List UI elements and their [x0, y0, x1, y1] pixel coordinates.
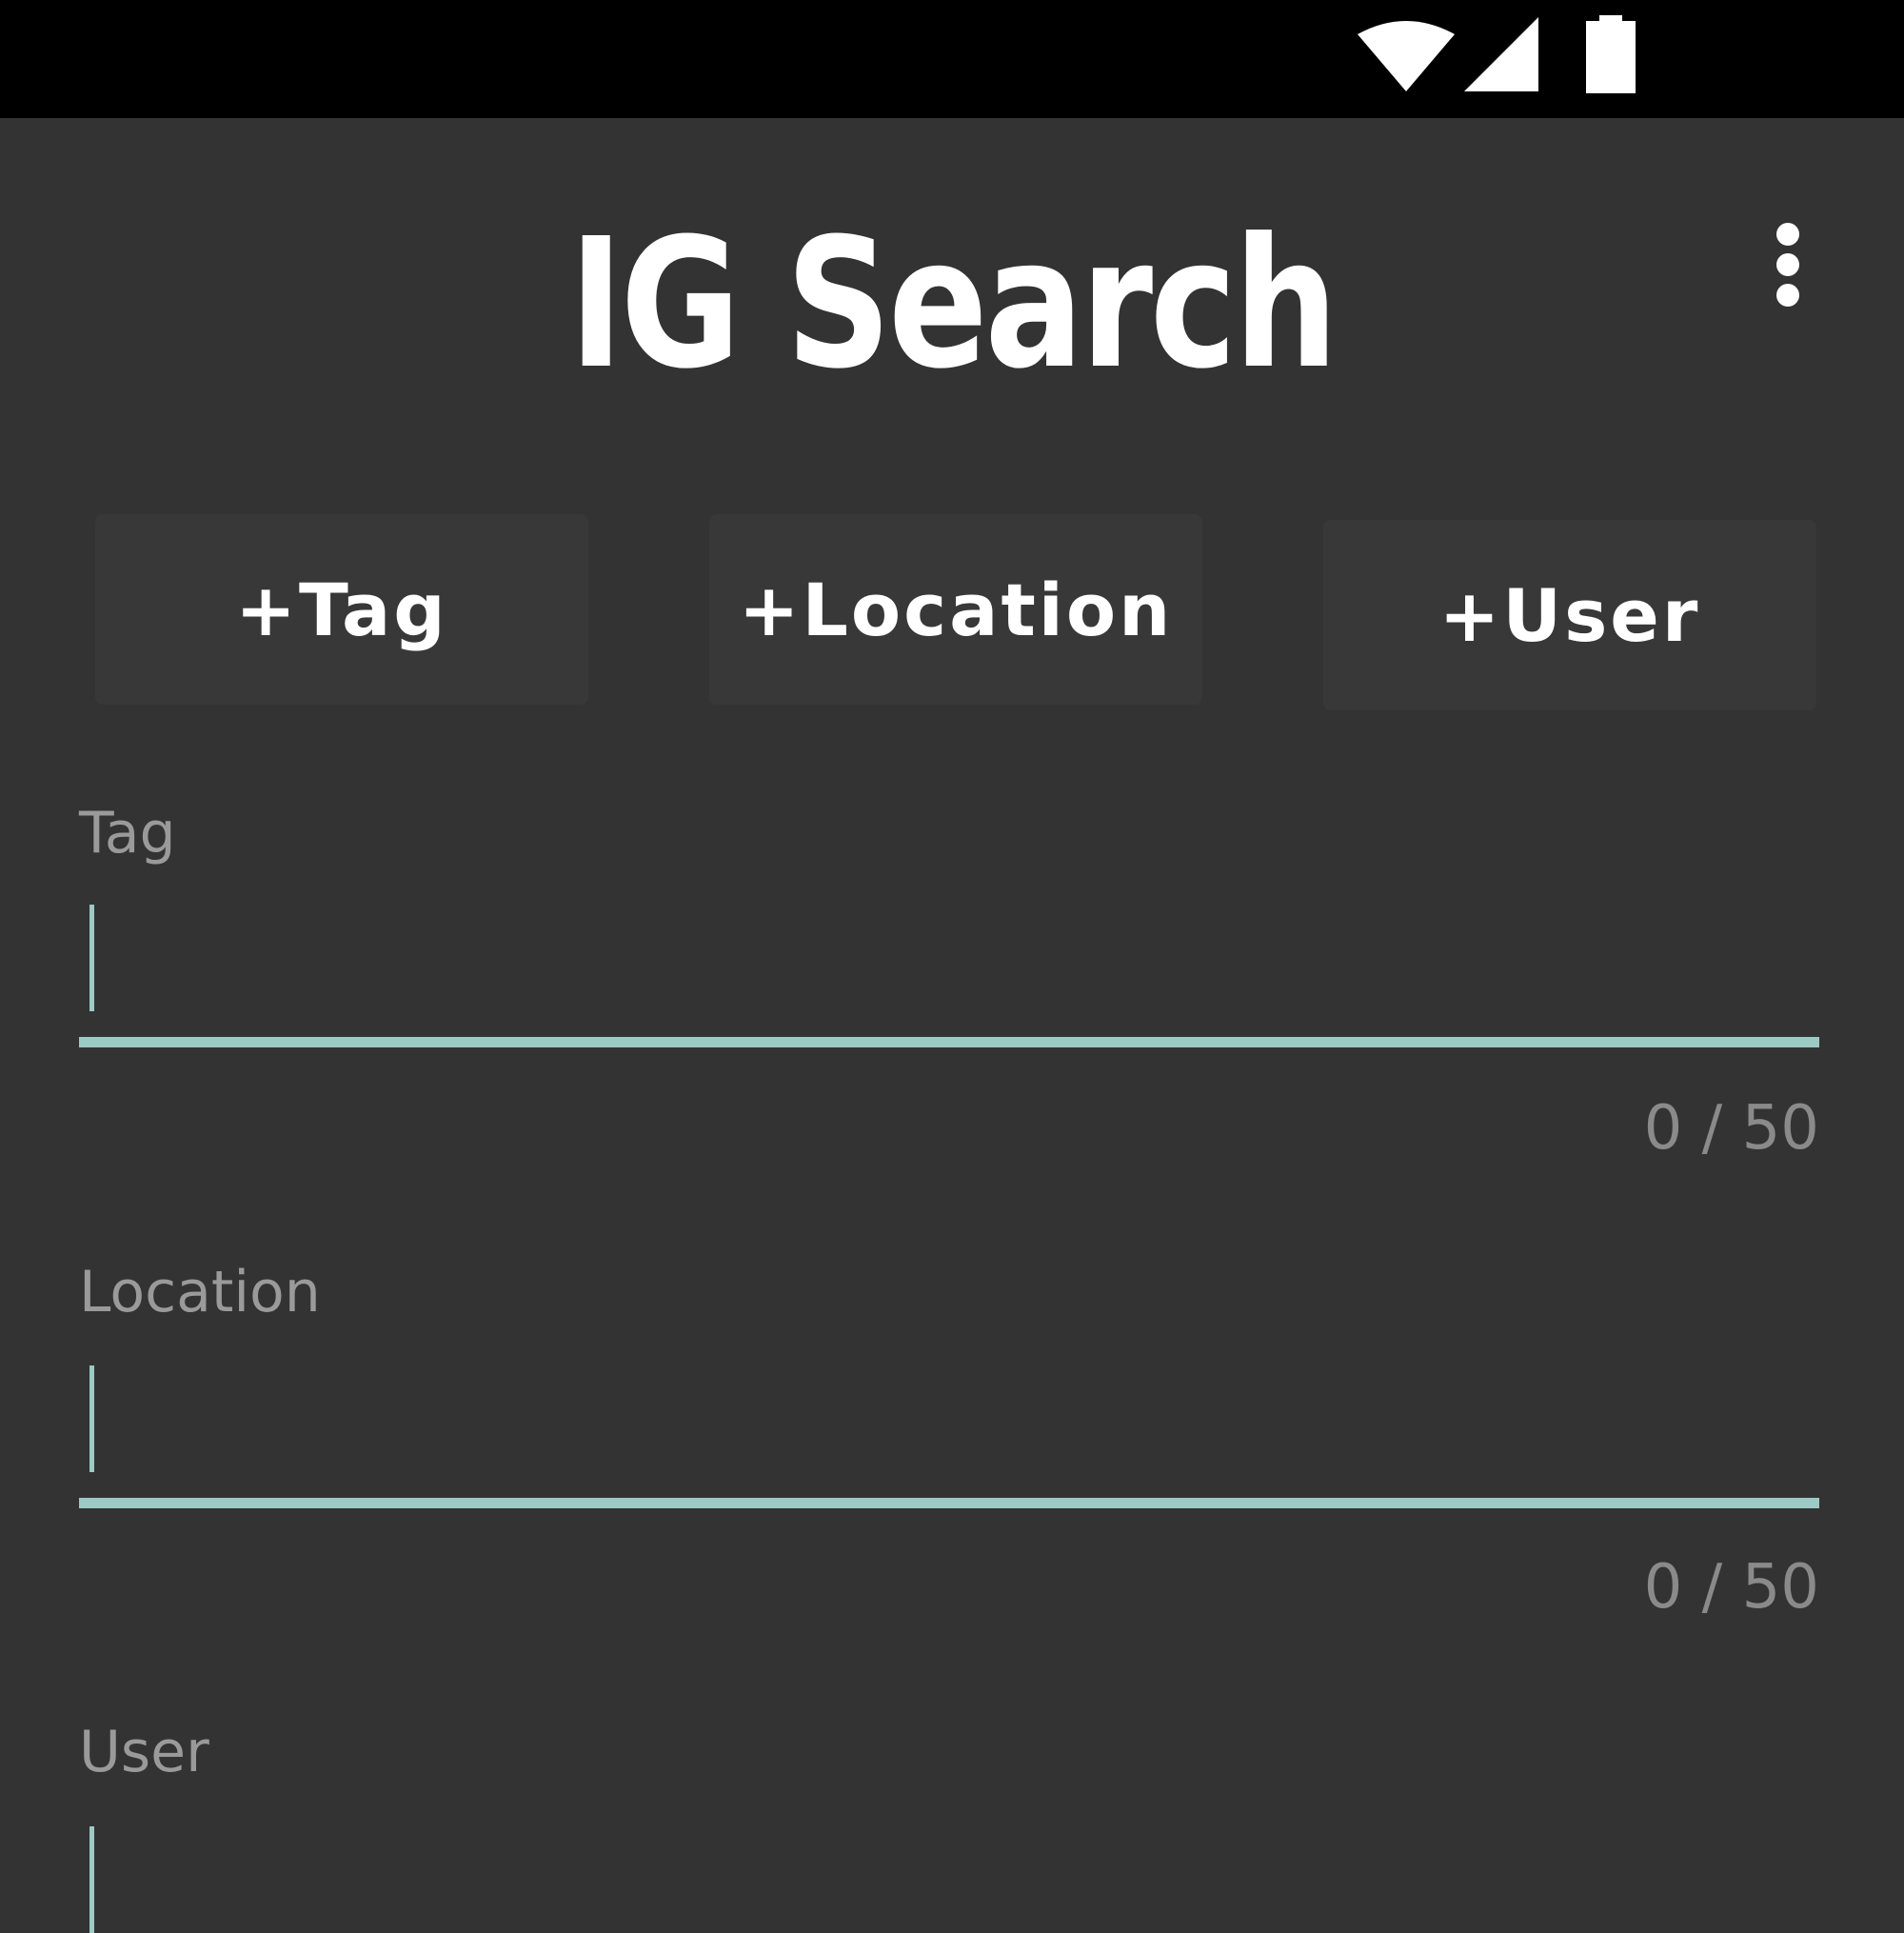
add-user-button-label: +User — [1438, 572, 1701, 658]
tag-input[interactable] — [79, 905, 1819, 1047]
tag-char-counter: 0 / 50 — [1643, 1093, 1819, 1164]
more-vert-icon[interactable] — [1761, 217, 1815, 312]
battery-icon — [1586, 15, 1636, 93]
wifi-icon — [1358, 21, 1455, 91]
text-cursor — [89, 905, 94, 1011]
add-location-button-label: +Location — [738, 567, 1174, 652]
add-location-button[interactable]: +Location — [709, 514, 1202, 705]
tag-input-underline — [79, 1037, 1819, 1047]
location-field-label: Location — [79, 1259, 321, 1325]
user-input[interactable] — [79, 1826, 1819, 1933]
status-bar — [0, 0, 1904, 118]
location-char-counter: 0 / 50 — [1643, 1552, 1819, 1623]
cellular-signal-icon — [1464, 17, 1538, 91]
location-input[interactable] — [79, 1365, 1819, 1508]
add-tag-button-label: +Tag — [235, 567, 448, 652]
text-cursor — [89, 1365, 94, 1472]
add-tag-button[interactable]: +Tag — [95, 514, 588, 705]
tag-field-label: Tag — [79, 800, 176, 867]
text-cursor — [89, 1826, 94, 1933]
add-user-button[interactable]: +User — [1323, 520, 1816, 710]
user-field-label: User — [79, 1719, 209, 1785]
app-title: IG Search — [568, 200, 1339, 409]
location-input-underline — [79, 1498, 1819, 1508]
